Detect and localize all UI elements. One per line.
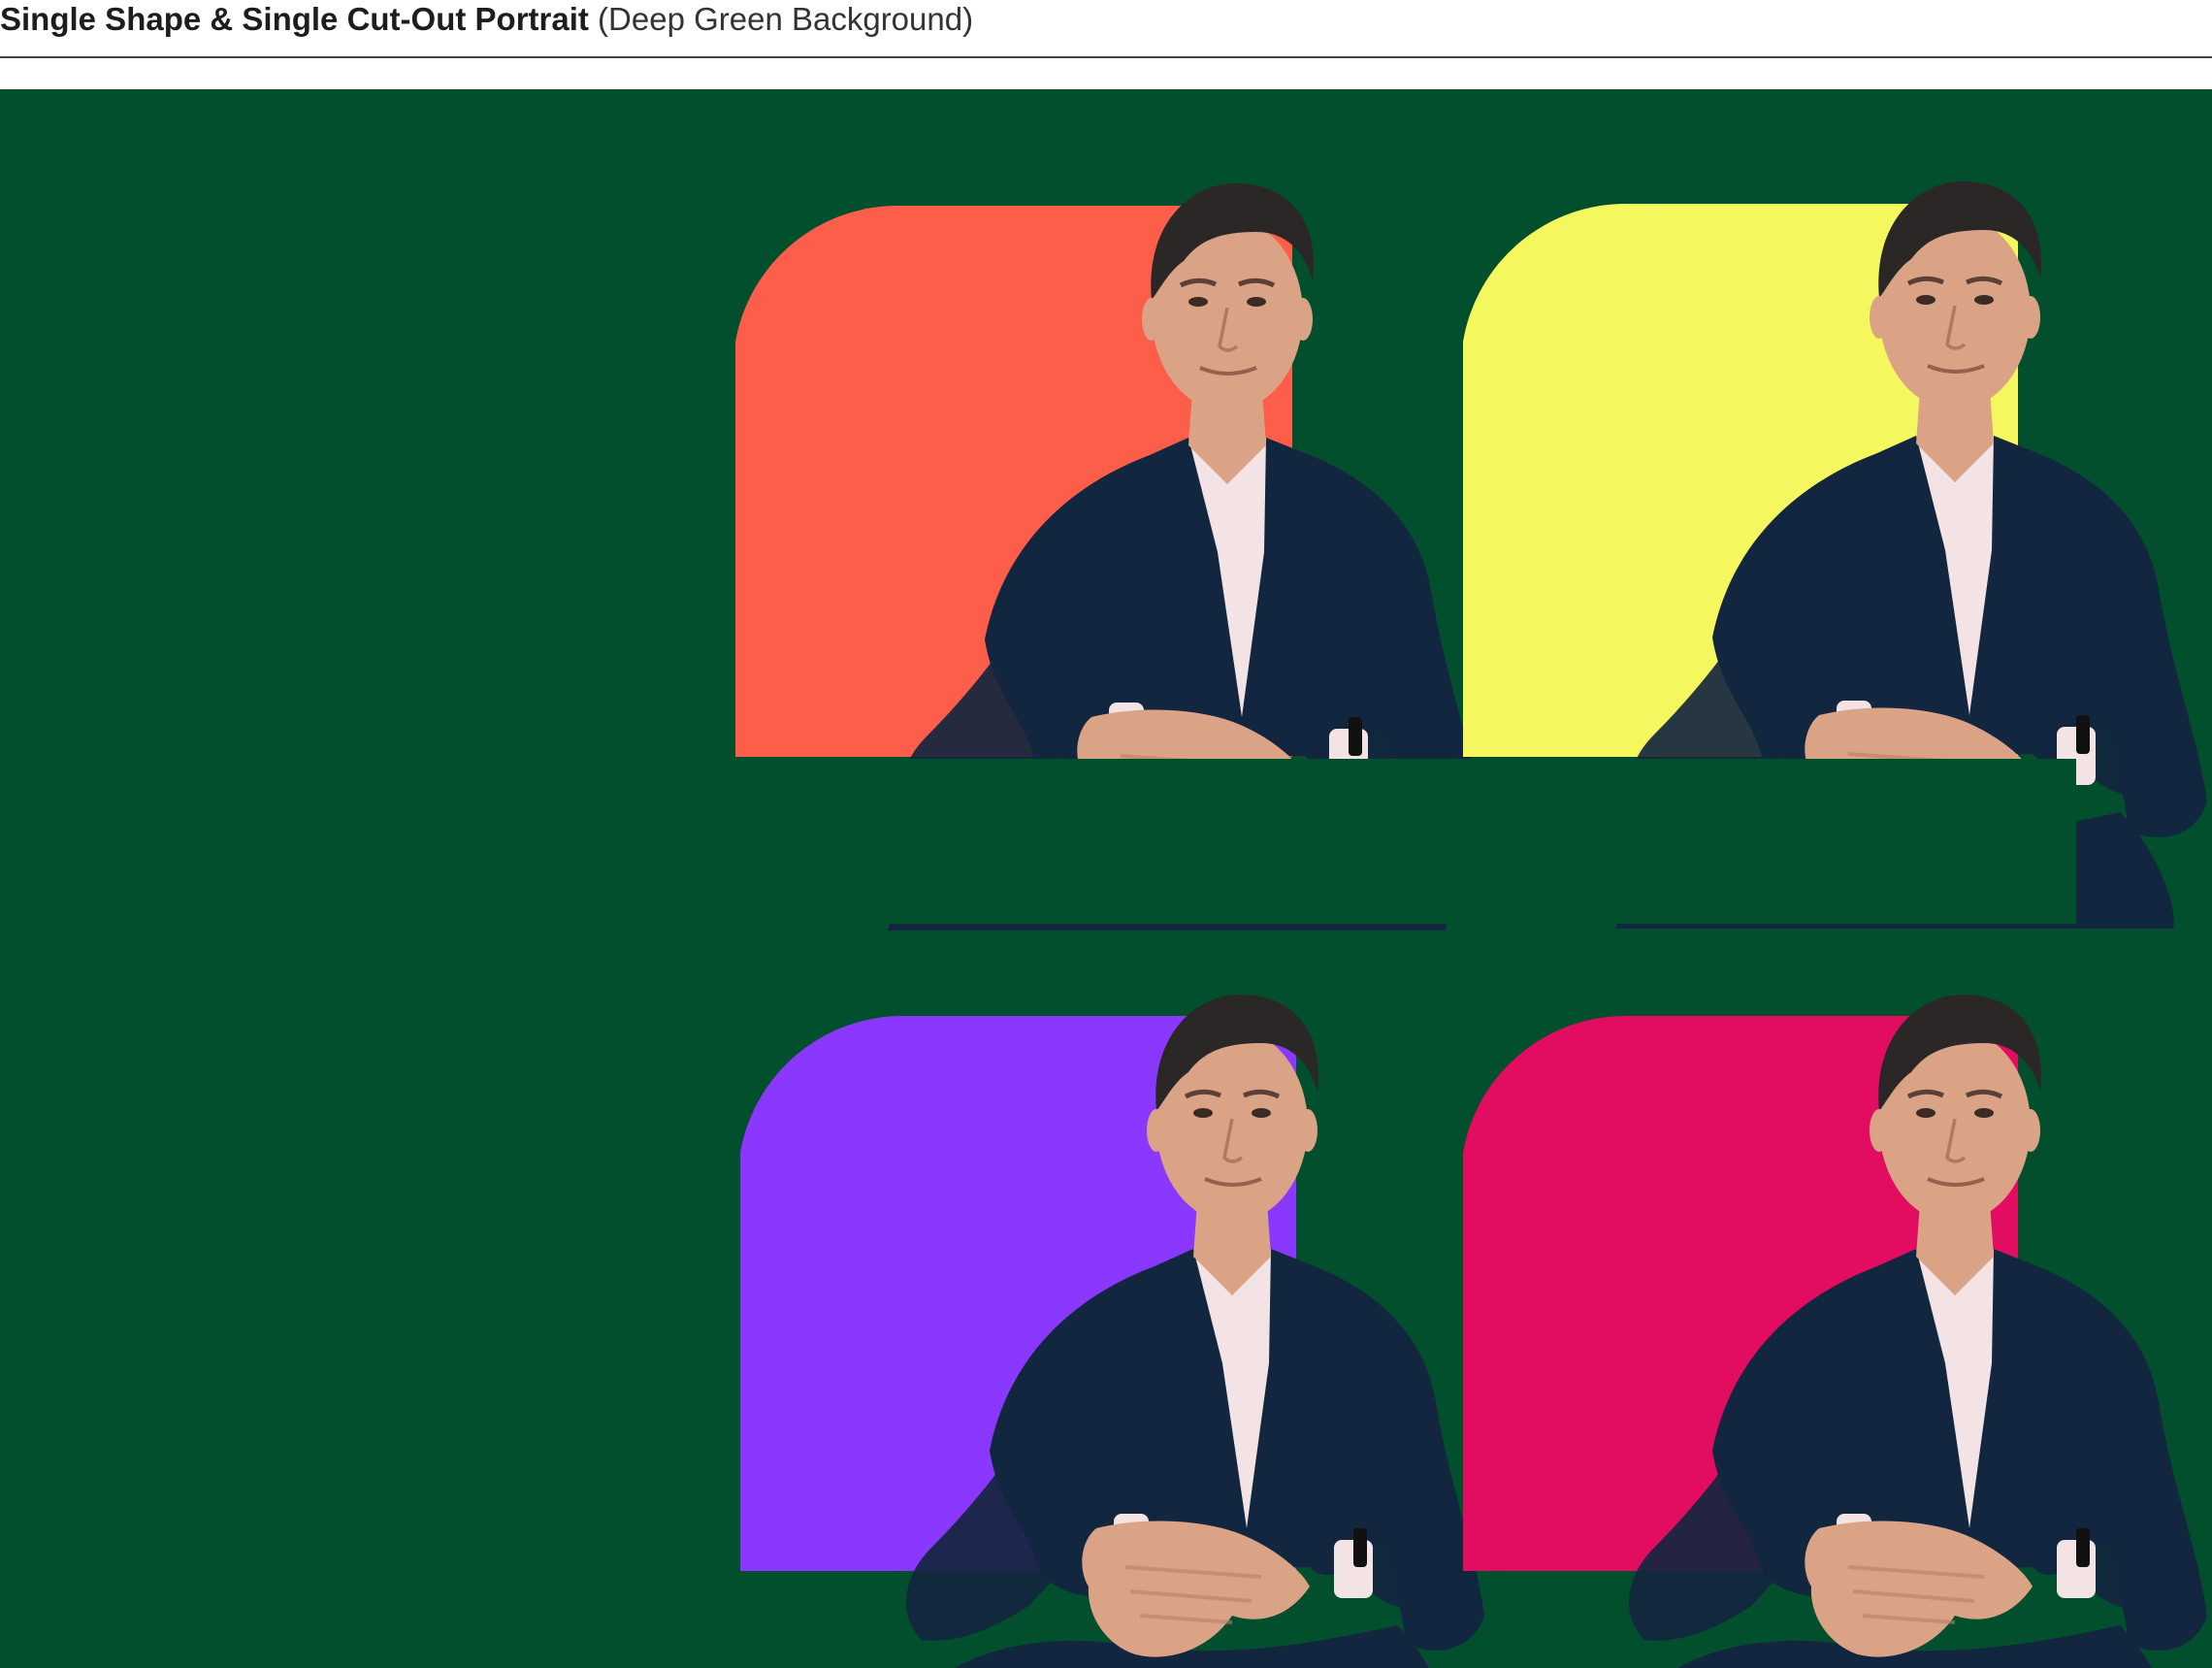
title-divider <box>0 56 2212 58</box>
deep-green-canvas <box>0 89 2212 1668</box>
page-title: Single Shape & Single Cut-Out Portrait (… <box>0 0 973 41</box>
title-bar: Single Shape & Single Cut-Out Portrait (… <box>0 0 2212 58</box>
portrait-artboard <box>0 89 2212 1668</box>
page-title-light: (Deep Green Background) <box>598 1 974 37</box>
page-title-bold: Single Shape & Single Cut-Out Portrait <box>0 1 589 37</box>
